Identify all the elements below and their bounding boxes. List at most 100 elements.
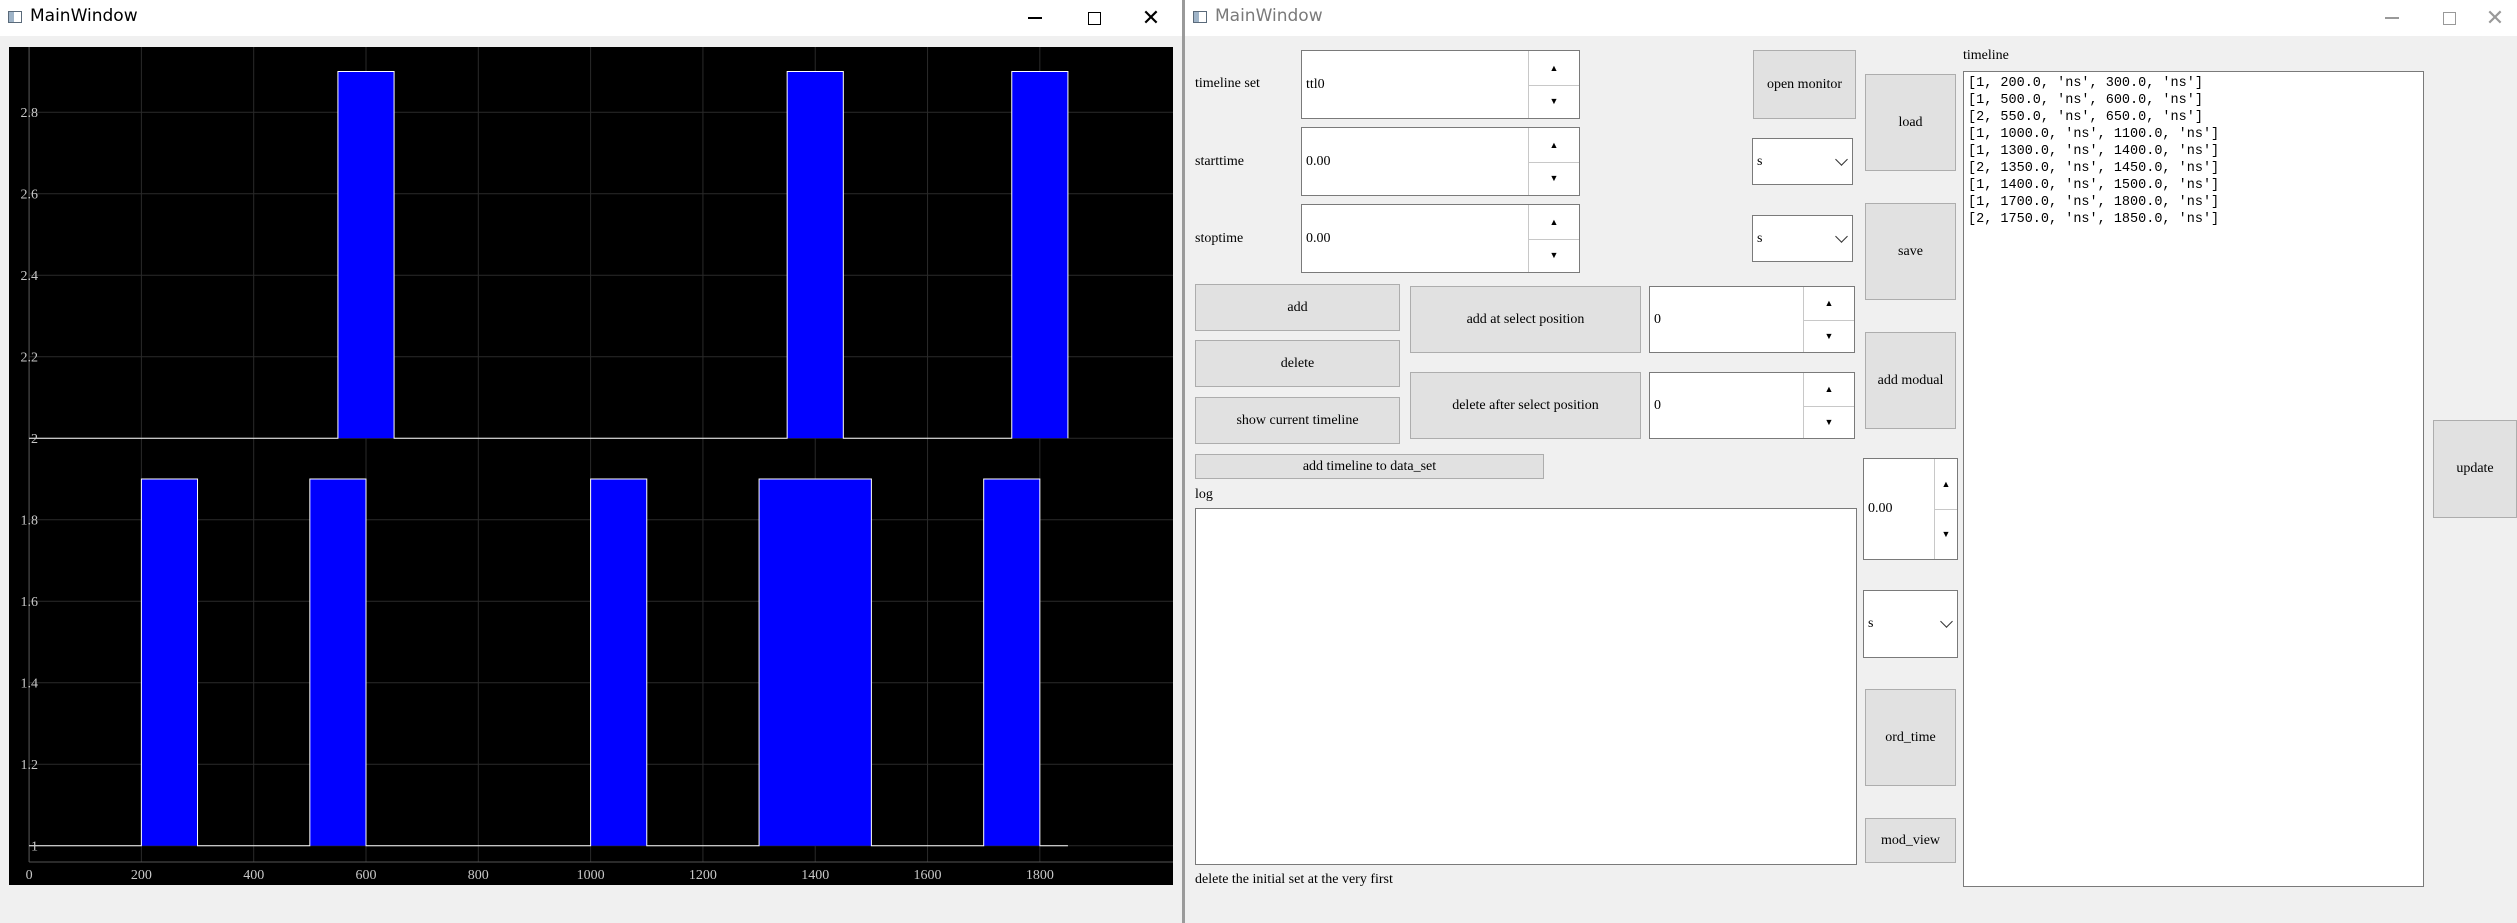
spin-up-icon[interactable]: ▲ — [1529, 205, 1579, 240]
starttime-spinbox[interactable]: 0.00 ▲ ▼ — [1301, 127, 1580, 196]
add-modual-button[interactable]: add modual — [1865, 332, 1956, 429]
spin-up-icon[interactable]: ▲ — [1804, 287, 1854, 321]
load-button[interactable]: load — [1865, 74, 1956, 171]
maximize-button[interactable] — [2429, 3, 2469, 33]
timeline-entry[interactable]: [2, 1750.0, 'ns', 1850.0, 'ns'] — [1968, 211, 2419, 228]
add-position-spinbox[interactable]: 0 ▲ ▼ — [1649, 286, 1855, 353]
plot-window: MainWindow ✕ 0 200 400 600 800 1000 1200 1400 16… — [0, 0, 1182, 923]
y-tick-label: 1.6 — [21, 595, 39, 610]
pulse-chart[interactable]: 0 200 400 600 800 1000 1200 1400 1600 1800 1 1.2 1.4… — [9, 47, 1173, 885]
delete-after-select-position-button[interactable]: delete after select position — [1410, 372, 1641, 439]
y-tick-label: 2.6 — [21, 188, 39, 203]
log-text — [1196, 509, 1856, 517]
add-at-select-position-button[interactable]: add at select position — [1410, 286, 1641, 353]
ord-time-button[interactable]: ord_time — [1865, 689, 1956, 786]
spin-down-icon[interactable]: ▼ — [1529, 85, 1579, 119]
x-tick-label: 1200 — [689, 868, 717, 883]
pulse-bar — [1011, 71, 1068, 439]
minimize-button[interactable] — [2372, 3, 2412, 33]
chevron-down-icon — [1940, 615, 1953, 628]
add-position-value: 0 — [1654, 311, 1661, 327]
mod-view-button[interactable]: mod_view — [1865, 818, 1956, 863]
timeline-set-spinbox[interactable]: ttl0 ▲ ▼ — [1301, 50, 1580, 119]
log-textbox[interactable] — [1195, 508, 1857, 865]
chevron-down-icon — [1835, 229, 1848, 243]
stoptime-spinbox[interactable]: 0.00 ▲ ▼ — [1301, 204, 1580, 273]
timeline-entry[interactable]: [1, 1700.0, 'ns', 1800.0, 'ns'] — [1968, 194, 2419, 211]
app-icon — [8, 11, 22, 23]
offset-value: 0.00 — [1868, 501, 1893, 516]
y-tick-label: 2.8 — [21, 106, 39, 121]
pulse-bar — [983, 478, 1040, 846]
close-button[interactable]: ✕ — [2475, 3, 2515, 33]
window-title: MainWindow — [1215, 6, 1323, 26]
spin-down-icon[interactable]: ▼ — [1804, 320, 1854, 353]
spin-up-icon[interactable]: ▲ — [1529, 128, 1579, 163]
spin-arrows: ▲ ▼ — [1934, 459, 1957, 559]
add-button[interactable]: add — [1195, 284, 1400, 331]
save-button[interactable]: save — [1865, 203, 1956, 300]
stoptime-unit-select[interactable]: s — [1752, 215, 1853, 262]
pulse-bar — [759, 478, 872, 846]
spin-down-icon[interactable]: ▼ — [1804, 406, 1854, 439]
title-bar[interactable]: MainWindow ✕ — [0, 0, 1182, 36]
x-tick-label: 1400 — [801, 868, 829, 883]
minimize-icon — [2385, 17, 2399, 19]
delete-position-value: 0 — [1654, 397, 1661, 413]
spin-up-icon[interactable]: ▲ — [1529, 51, 1579, 86]
spin-down-icon[interactable]: ▼ — [1935, 509, 1957, 559]
pulse-bar — [309, 478, 366, 846]
spin-arrows: ▲ ▼ — [1803, 373, 1854, 438]
delete-position-spinbox[interactable]: 0 ▲ ▼ — [1649, 372, 1855, 439]
offset-spinbox[interactable]: 0.00 ▲ ▼ — [1863, 458, 1958, 560]
spin-down-icon[interactable]: ▼ — [1529, 239, 1579, 273]
spin-up-icon[interactable]: ▲ — [1804, 373, 1854, 407]
timeline-set-value: ttl0 — [1306, 76, 1325, 92]
maximize-button[interactable] — [1074, 3, 1114, 33]
delete-button[interactable]: delete — [1195, 340, 1400, 387]
y-tick-label: 2 — [31, 432, 38, 447]
stoptime-label: stoptime — [1195, 231, 1244, 246]
stoptime-value: 0.00 — [1306, 230, 1331, 246]
close-button[interactable]: ✕ — [1131, 3, 1171, 33]
chevron-down-icon — [1835, 152, 1848, 166]
pulse-bar — [590, 478, 647, 846]
timeline-entry[interactable]: [1, 1000.0, 'ns', 1100.0, 'ns'] — [1968, 126, 2419, 143]
add-timeline-to-data-set-button[interactable]: add timeline to data_set — [1195, 454, 1544, 479]
open-monitor-button[interactable]: open monitor — [1753, 50, 1856, 119]
pulse-bar — [337, 71, 395, 439]
spin-arrows: ▲ ▼ — [1803, 287, 1854, 352]
timeline-entry[interactable]: [1, 200.0, 'ns', 300.0, 'ns'] — [1968, 75, 2419, 92]
pulse-bar — [787, 71, 844, 439]
starttime-unit-select[interactable]: s — [1752, 138, 1853, 185]
x-tick-label: 400 — [243, 868, 264, 883]
offset-unit-select[interactable]: s — [1863, 590, 1958, 658]
show-current-timeline-button[interactable]: show current timeline — [1195, 397, 1400, 444]
close-icon: ✕ — [2485, 5, 2505, 31]
status-message: delete the initial set at the very first — [1195, 872, 1393, 887]
y-tick-label: 2.2 — [21, 351, 39, 366]
spin-up-icon[interactable]: ▲ — [1935, 459, 1957, 510]
starttime-unit-value: s — [1757, 153, 1763, 169]
x-tick-label: 200 — [131, 868, 152, 883]
close-icon: ✕ — [1141, 5, 1161, 31]
update-button[interactable]: update — [2433, 420, 2517, 518]
minimize-button[interactable] — [1015, 3, 1055, 33]
timeline-entry[interactable]: [2, 550.0, 'ns', 650.0, 'ns'] — [1968, 109, 2419, 126]
x-tick-label: 1600 — [914, 868, 942, 883]
title-bar[interactable]: MainWindow ✕ — [1185, 0, 2517, 36]
maximize-icon — [2442, 11, 2456, 25]
timeline-entry[interactable]: [1, 1300.0, 'ns', 1400.0, 'ns'] — [1968, 143, 2419, 160]
log-label: log — [1195, 487, 1213, 502]
timeline-textbox[interactable]: [1, 200.0, 'ns', 300.0, 'ns'] [1, 500.0, … — [1963, 71, 2424, 887]
timeline-entry[interactable]: [1, 500.0, 'ns', 600.0, 'ns'] — [1968, 92, 2419, 109]
timeline-entry[interactable]: [1, 1400.0, 'ns', 1500.0, 'ns'] — [1968, 177, 2419, 194]
starttime-value: 0.00 — [1306, 153, 1331, 169]
series-line — [29, 70, 1069, 439]
spin-down-icon[interactable]: ▼ — [1529, 162, 1579, 196]
maximize-icon — [1087, 11, 1101, 25]
stoptime-unit-value: s — [1757, 230, 1763, 246]
timeline-entry[interactable]: [2, 1350.0, 'ns', 1450.0, 'ns'] — [1968, 160, 2419, 177]
y-tick-label: 2.4 — [21, 269, 39, 284]
timeline-list: [1, 200.0, 'ns', 300.0, 'ns'] [1, 500.0, … — [1968, 75, 2419, 228]
